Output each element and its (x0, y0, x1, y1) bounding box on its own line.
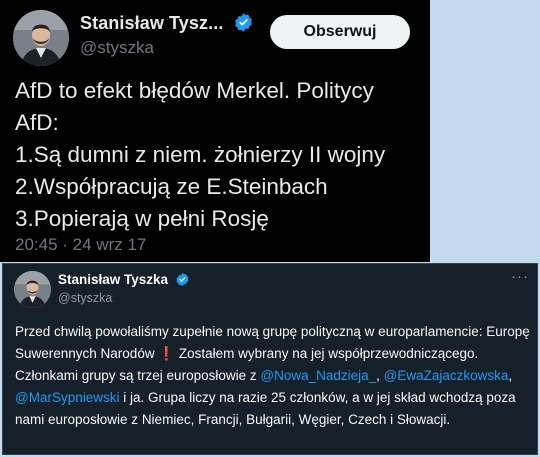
tweet-text-line: 3.Popierają w pełni Rosję (15, 206, 269, 231)
mention-link[interactable]: @EwaZajaczkowska (384, 368, 509, 383)
mention-link[interactable]: @MarSypniewski (15, 390, 119, 405)
author-name[interactable]: Stanisław Tysz... (80, 13, 223, 34)
tweet-text-segment: , (508, 368, 513, 383)
tweet-timestamp[interactable]: 20:45 · 24 wrz 17 (15, 235, 146, 255)
verified-badge-icon (235, 13, 252, 32)
author-name[interactable]: Stanisław Tyszka (58, 272, 168, 287)
verified-badge-icon (176, 272, 189, 287)
tweet-text: Przed chwilą powołaliśmy zupełnie nową g… (15, 321, 530, 431)
tweet-text: AfD to efekt błędów Merkel. Politycy AfD… (15, 75, 420, 235)
tweet-text-segment: , (376, 368, 384, 383)
follow-button[interactable]: Obserwuj (270, 15, 410, 49)
tweet-text-line: AfD: (15, 110, 59, 135)
mention-link[interactable]: @Nowa_Nadzieja_ (260, 368, 376, 383)
exclamation-icon: ❗ (158, 346, 176, 361)
tweet-card-bottom: Stanisław Tyszka @styszka ··· Przed chwi… (2, 263, 538, 455)
profile-photo (14, 271, 51, 308)
author-handle[interactable]: @styszka (80, 38, 154, 58)
tweet-text-line: 2.Współpracują ze E.Steinbach (15, 174, 328, 199)
avatar[interactable] (13, 10, 69, 66)
avatar[interactable] (14, 271, 51, 308)
profile-photo (13, 10, 69, 66)
tweet-text-line: 1.Są dumni z niem. żołnierzy II wojny (15, 142, 386, 167)
tweet-card-top: Stanisław Tysz... @styszka Obserwuj AfD … (0, 0, 430, 262)
author-handle[interactable]: @styszka (58, 291, 112, 305)
tweet-text-line: AfD to efekt błędów Merkel. Politycy (15, 78, 374, 103)
more-options-icon[interactable]: ··· (511, 268, 529, 285)
